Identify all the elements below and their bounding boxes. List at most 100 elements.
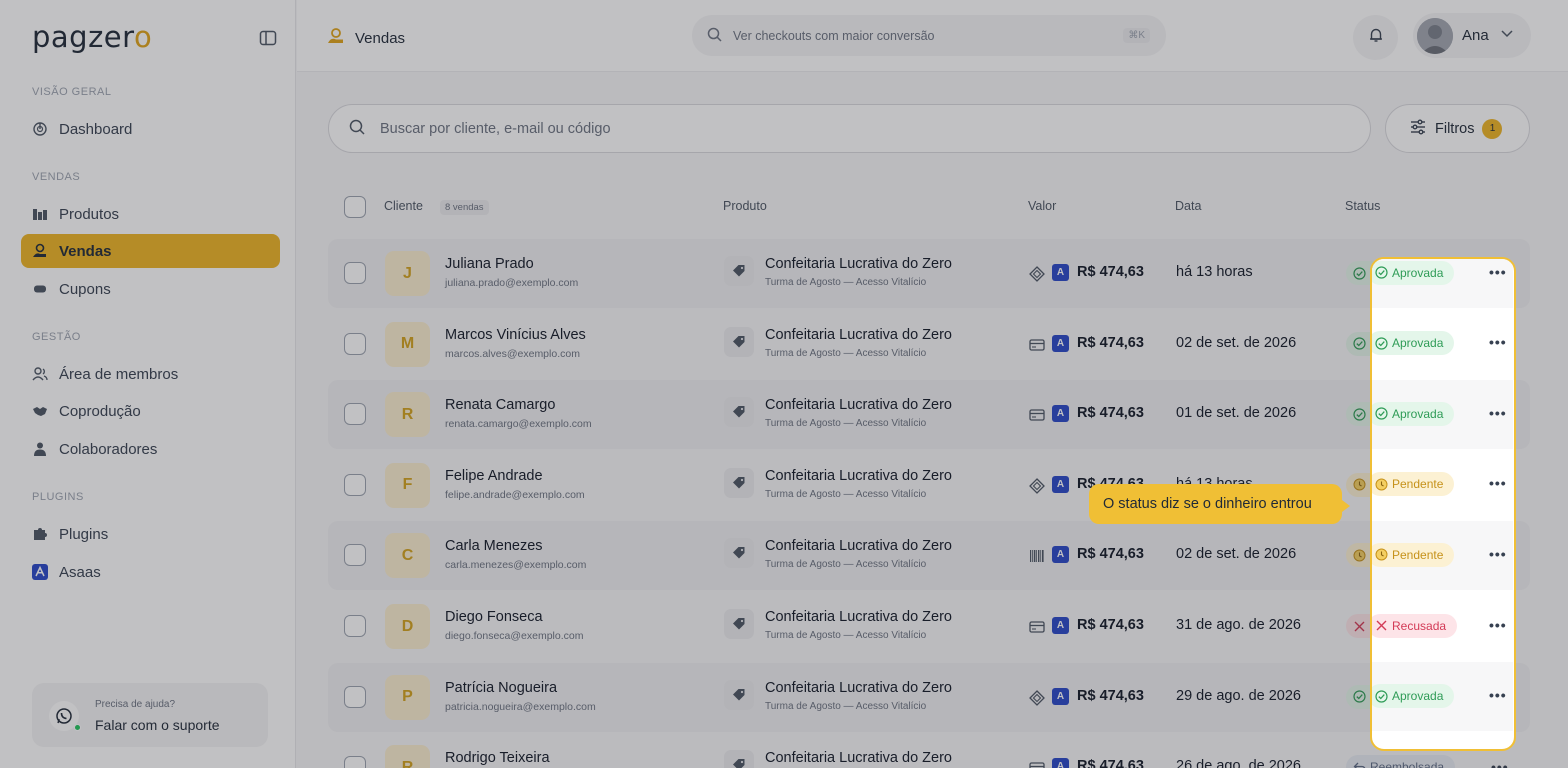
- product-offer: Turma de Agosto — Acesso Vitalício: [765, 418, 927, 430]
- row-checkbox[interactable]: [344, 685, 366, 708]
- client-name[interactable]: Diego Fonseca: [445, 609, 543, 625]
- table-row[interactable]: C Carla Menezes carla.menezes@exemplo.com C…: [328, 521, 1530, 591]
- product-name[interactable]: Confeitaria Lucrativa do Zero: [765, 609, 952, 625]
- more-options-icon[interactable]: •••: [1489, 687, 1507, 703]
- sidebar-item-produtos[interactable]: Produtos: [21, 197, 280, 231]
- sidebar-item-label: Produtos: [59, 205, 120, 223]
- client-name[interactable]: Juliana Prado: [445, 256, 534, 272]
- row-checkbox[interactable]: [344, 615, 366, 637]
- column-header-valor[interactable]: Valor: [1028, 199, 1056, 213]
- command-search[interactable]: Ver checkouts com maior conversão ⌘K: [692, 15, 1166, 56]
- sidebar-item-colaboradores[interactable]: Colaboradores: [21, 432, 280, 466]
- more-options-icon[interactable]: •••: [1489, 405, 1507, 421]
- filters-button[interactable]: Filtros 1: [1385, 104, 1530, 153]
- sidebar-item-vendas[interactable]: Vendas: [21, 234, 280, 268]
- select-all-checkbox[interactable]: [344, 196, 366, 218]
- client-name[interactable]: Felipe Andrade: [445, 468, 543, 484]
- sidebar-item-dashboard[interactable]: Dashboard: [21, 112, 280, 146]
- product-name[interactable]: Confeitaria Lucrativa do Zero: [765, 750, 952, 766]
- sidebar-item-coproducao[interactable]: Coprodução: [21, 394, 280, 428]
- row-checkbox[interactable]: [344, 262, 366, 284]
- more-options-icon[interactable]: •••: [1489, 334, 1507, 350]
- row-checkbox[interactable]: [344, 473, 366, 496]
- row-checkbox[interactable]: [344, 403, 366, 426]
- logo[interactable]: pagzero: [32, 20, 152, 54]
- sidebar-item-label: Área de membros: [59, 365, 179, 383]
- search-icon: [349, 119, 365, 139]
- product-offer: Turma de Agosto — Acesso Vitalício: [765, 488, 927, 500]
- sale-value: R$ 474,63: [1077, 334, 1144, 351]
- user-menu[interactable]: Ana: [1413, 13, 1531, 58]
- table-row[interactable]: R Rodrigo Teixeira Confeitaria Lucrativa d…: [328, 733, 1530, 768]
- row-checkbox[interactable]: [344, 756, 366, 768]
- sidebar-item-cupons[interactable]: Cupons: [21, 272, 280, 306]
- search-input[interactable]: Buscar por cliente, e-mail ou código: [328, 104, 1371, 153]
- sale-date: 02 de set. de 2026: [1176, 334, 1297, 351]
- product-offer: Turma de Agosto — Acesso Vitalício: [765, 347, 927, 359]
- product-name[interactable]: Confeitaria Lucrativa do Zero: [765, 256, 952, 272]
- support-link[interactable]: Falar com o suporte: [95, 717, 220, 733]
- avatar: [1417, 17, 1453, 54]
- sidebar-item-asaas[interactable]: Asaas: [21, 555, 280, 589]
- asaas-icon: A: [1052, 758, 1069, 768]
- more-options-icon[interactable]: •••: [1489, 617, 1507, 633]
- sales-icon: [327, 27, 345, 49]
- table-row[interactable]: M Marcos Vinícius Alves marcos.alves@exemp…: [328, 310, 1530, 379]
- filters-label: Filtros: [1435, 120, 1475, 137]
- sale-date: 01 de set. de 2026: [1176, 405, 1297, 422]
- status-approved-icon: [1375, 336, 1388, 350]
- client-name[interactable]: Marcos Vinícius Alves: [445, 327, 586, 343]
- command-search-placeholder: Ver checkouts com maior conversão: [733, 28, 935, 43]
- client-email: juliana.prado@exemplo.com: [445, 277, 579, 289]
- sale-value: R$ 474,63: [1077, 405, 1144, 422]
- sidebar-item-plugins[interactable]: Plugins: [21, 517, 280, 551]
- column-header-data[interactable]: Data: [1175, 199, 1201, 213]
- sidebar-item-area-de-membros[interactable]: Área de membros: [21, 357, 280, 391]
- table-row[interactable]: P Patrícia Nogueira patricia.nogueira@exem…: [328, 662, 1530, 732]
- tag-icon: [724, 256, 754, 286]
- collaborators-icon: [32, 441, 48, 457]
- table-row[interactable]: J Juliana Prado juliana.prado@exemplo.com C…: [328, 239, 1530, 308]
- sale-date: 02 de set. de 2026: [1176, 546, 1297, 563]
- asaas-icon: A: [1052, 617, 1069, 634]
- card-icon: [1028, 336, 1046, 354]
- highlighted-status-cell: Aprovada •••: [1372, 259, 1513, 308]
- product-name[interactable]: Confeitaria Lucrativa do Zero: [765, 327, 952, 343]
- product-name[interactable]: Confeitaria Lucrativa do Zero: [765, 468, 952, 484]
- tag-icon: [724, 326, 754, 357]
- more-options-icon[interactable]: •••: [1489, 475, 1507, 491]
- sales-count-badge: 8 vendas: [440, 200, 489, 215]
- notifications-button[interactable]: [1353, 15, 1398, 60]
- highlighted-status-cell: Aprovada •••: [1372, 309, 1513, 378]
- support-card[interactable]: Precisa de ajuda? Falar com o suporte: [32, 683, 268, 747]
- sale-date: 29 de ago. de 2026: [1176, 687, 1301, 704]
- asaas-icon: [32, 564, 48, 580]
- status-label: Aprovada: [1392, 689, 1444, 704]
- status-approved-icon: [1375, 266, 1388, 279]
- more-options-icon[interactable]: •••: [1489, 264, 1507, 280]
- client-avatar: M: [385, 321, 430, 367]
- column-header-cliente[interactable]: Cliente: [384, 199, 423, 213]
- client-name[interactable]: Renata Camargo: [445, 397, 555, 413]
- product-name[interactable]: Confeitaria Lucrativa do Zero: [765, 397, 952, 413]
- row-checkbox[interactable]: [344, 544, 366, 567]
- client-name[interactable]: Rodrigo Teixeira: [445, 750, 550, 766]
- column-header-produto[interactable]: Produto: [723, 199, 767, 213]
- sidebar-toggle-icon[interactable]: [258, 28, 278, 48]
- client-name[interactable]: Carla Menezes: [445, 538, 543, 554]
- table-row[interactable]: D Diego Fonseca diego.fonseca@exemplo.com C…: [328, 592, 1530, 661]
- table-row[interactable]: R Renata Camargo renata.camargo@exemplo.co…: [328, 380, 1530, 450]
- client-name[interactable]: Patrícia Nogueira: [445, 680, 557, 696]
- page-title: Vendas: [327, 27, 405, 49]
- more-options-icon[interactable]: •••: [1491, 759, 1509, 768]
- product-name[interactable]: Confeitaria Lucrativa do Zero: [765, 538, 952, 554]
- row-checkbox[interactable]: [344, 332, 366, 355]
- client-email: felipe.andrade@exemplo.com: [445, 488, 585, 501]
- online-indicator: [74, 724, 81, 731]
- barcode-icon: [1028, 547, 1046, 565]
- status-pending-icon: [1375, 478, 1388, 491]
- more-options-icon[interactable]: •••: [1489, 546, 1507, 562]
- product-name[interactable]: Confeitaria Lucrativa do Zero: [765, 680, 952, 696]
- column-header-status[interactable]: Status: [1345, 199, 1380, 213]
- sale-value: R$ 474,63: [1077, 264, 1144, 280]
